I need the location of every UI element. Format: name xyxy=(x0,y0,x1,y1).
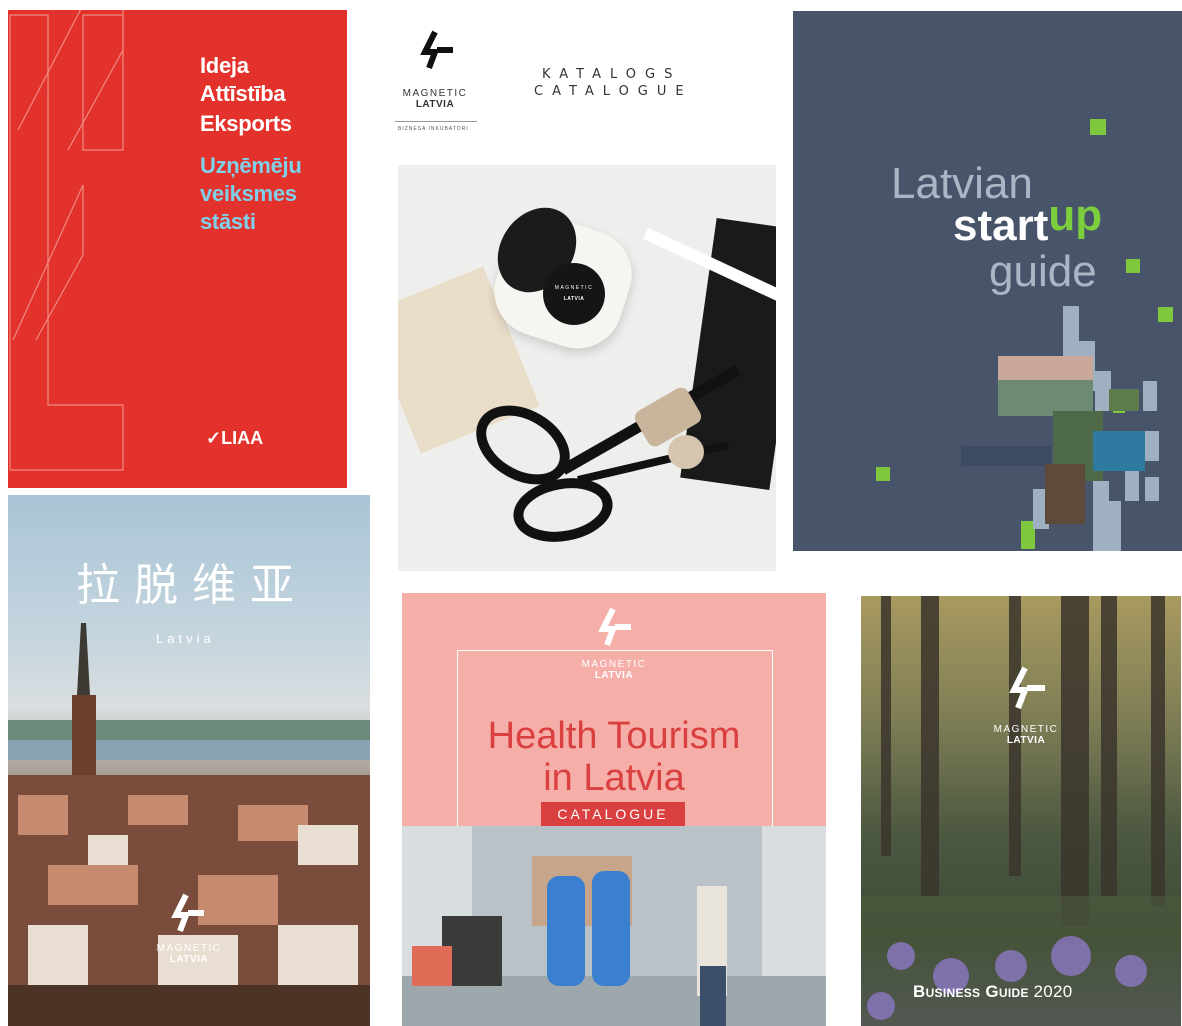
scissors-icon xyxy=(476,365,741,542)
title-line-2: Attīstība xyxy=(200,81,286,106)
liaa-brochure-cover[interactable]: Ideja Attīstība Eksports Uzņēmēju veiksm… xyxy=(8,10,347,488)
title-line-3: Eksports xyxy=(200,111,292,136)
liaa-outline-letters xyxy=(9,10,124,471)
brand-label: MAGNETIC LATVIA xyxy=(570,659,658,681)
catalogue-title: KATALOGS CATALOGUE xyxy=(534,67,693,99)
cup-brand: MAGNETIC LATVIA xyxy=(554,285,594,302)
health-tourism-cover[interactable]: MAGNETIC LATVIA Health Tourism in Latvia … xyxy=(402,593,826,1026)
subtitle-line-3: stāsti xyxy=(200,209,256,234)
china-latvia-cover[interactable]: 拉脱维亚 Latvia MAGNETIC LATVIA xyxy=(8,495,370,1026)
forest-photo xyxy=(861,596,1181,1026)
magnetic-latvia-logo-icon xyxy=(598,607,631,647)
brand-label: MAGNETIC LATVIA xyxy=(402,88,468,110)
magnetic-latvia-logo-icon xyxy=(171,893,204,933)
incubator-catalogue-cover[interactable]: MAGNETIC LATVIA BIZNESA INKUBATORI KATALO… xyxy=(370,8,776,571)
catalogue-badge: CATALOGUE xyxy=(541,802,685,826)
brand-label: MAGNETIC LATVIA xyxy=(156,943,222,965)
subtitle-line-1: Uzņēmēju xyxy=(200,153,302,178)
title-line-1: Health Tourism xyxy=(487,715,741,757)
hospital-photo xyxy=(402,826,826,1026)
stamp-handle xyxy=(668,435,704,469)
magnetic-latvia-logo-icon xyxy=(420,30,453,70)
title-line-2: in Latvia xyxy=(543,757,685,799)
subtitle-line-2: veiksmes xyxy=(200,181,297,206)
title-line-1: Ideja xyxy=(200,53,249,78)
incubator-label: BIZNESA INKUBATORI xyxy=(398,126,469,132)
liaa-logo: ✓LIAA xyxy=(206,428,264,448)
product-photo: MAGNETIC LATVIA xyxy=(398,165,776,571)
magnetic-latvia-logo-icon xyxy=(1009,666,1045,710)
brand-label: MAGNETIC LATVIA xyxy=(993,724,1059,746)
pixel-mosaic xyxy=(876,119,1173,551)
startup-guide-cover[interactable]: Latvian startup guide xyxy=(793,11,1182,551)
business-guide-cover[interactable]: MAGNETIC LATVIA Business Guide 2020 xyxy=(861,596,1181,1026)
business-guide-title: Business Guide 2020 xyxy=(913,982,1073,1001)
liaa-swoosh-icon: ✓ xyxy=(206,428,222,448)
